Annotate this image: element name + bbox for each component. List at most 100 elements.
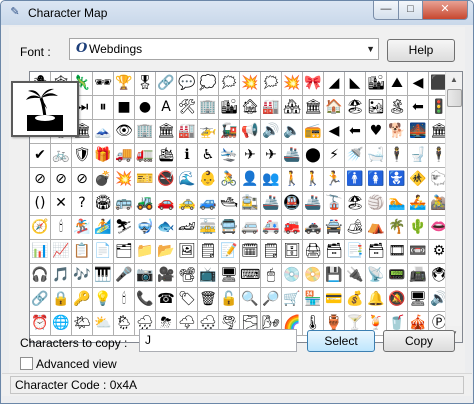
character-cell[interactable]: 🚭: [156, 168, 177, 192]
character-cell[interactable]: ⏸: [93, 96, 114, 120]
character-cell[interactable]: 🔎: [261, 288, 282, 312]
character-cell[interactable]: 💬: [177, 72, 198, 96]
character-cell[interactable]: 🔓: [219, 288, 240, 312]
character-cell[interactable]: ◀: [324, 120, 345, 144]
character-cell[interactable]: ℹ: [177, 144, 198, 168]
character-cell[interactable]: 🔈: [282, 120, 303, 144]
dropdown-arrow-icon[interactable]: ▼: [366, 44, 375, 54]
character-cell[interactable]: 🚑: [261, 216, 282, 240]
character-cell[interactable]: 🚒: [282, 216, 303, 240]
character-cell[interactable]: 📡: [366, 264, 387, 288]
character-cell[interactable]: 📻: [303, 120, 324, 144]
character-cell[interactable]: ✈: [240, 144, 261, 168]
character-cell[interactable]: 🏜: [366, 96, 387, 120]
font-dropdown[interactable]: O Webdings ▼: [69, 38, 379, 60]
character-cell[interactable]: 🚚: [114, 144, 135, 168]
character-cell[interactable]: 🌉: [408, 120, 429, 144]
character-cell[interactable]: 🚢: [303, 192, 324, 216]
character-cell[interactable]: 🎀: [303, 72, 324, 96]
character-cell[interactable]: 🗂: [114, 240, 135, 264]
character-cell[interactable]: 🕴: [387, 144, 408, 168]
vertical-scrollbar[interactable]: ▲ ▼: [445, 72, 462, 342]
character-cell[interactable]: 💾: [324, 264, 345, 288]
character-cell[interactable]: 📋: [72, 240, 93, 264]
character-cell[interactable]: (): [30, 192, 51, 216]
character-cell[interactable]: 🎖: [135, 72, 156, 96]
character-cell[interactable]: ?: [72, 192, 93, 216]
character-cell[interactable]: 🏙: [219, 96, 240, 120]
character-cell[interactable]: ♿: [198, 144, 219, 168]
character-cell[interactable]: 🏖: [345, 96, 366, 120]
character-cell[interactable]: ✈: [261, 144, 282, 168]
maximize-button[interactable]: □: [398, 1, 423, 20]
character-cell[interactable]: 🏃: [324, 168, 345, 192]
character-cell[interactable]: 🚌: [114, 192, 135, 216]
character-cell[interactable]: 💥: [114, 168, 135, 192]
character-cell[interactable]: ✕: [51, 192, 72, 216]
character-cell[interactable]: 🌵: [408, 216, 429, 240]
minimize-button[interactable]: —: [373, 1, 399, 20]
character-cell[interactable]: ⊘: [51, 168, 72, 192]
character-cell[interactable]: 🏭: [177, 120, 198, 144]
scroll-thumb[interactable]: [447, 89, 462, 107]
character-cell[interactable]: 🏙: [366, 72, 387, 96]
character-cell[interactable]: 🏝: [387, 96, 408, 120]
character-cell[interactable]: 🖥: [219, 264, 240, 288]
character-cell[interactable]: 🛥: [219, 192, 240, 216]
character-cell[interactable]: 🖥: [408, 288, 429, 312]
character-cell[interactable]: 🗓: [240, 240, 261, 264]
character-cell[interactable]: 🗃: [324, 240, 345, 264]
character-cell[interactable]: 💰: [345, 288, 366, 312]
character-cell[interactable]: 🏎: [177, 216, 198, 240]
character-cell[interactable]: ◣: [345, 72, 366, 96]
character-cell[interactable]: A: [156, 96, 177, 120]
character-cell[interactable]: ♥: [366, 120, 387, 144]
character-cell[interactable]: 🚺: [366, 168, 387, 192]
character-cell[interactable]: 🚐: [240, 216, 261, 240]
character-cell[interactable]: 💣: [93, 168, 114, 192]
character-cell[interactable]: 📁: [135, 240, 156, 264]
character-cell[interactable]: 🚢: [282, 144, 303, 168]
character-cell[interactable]: 🛬: [219, 144, 240, 168]
character-cell[interactable]: ◀: [408, 72, 429, 96]
character-cell[interactable]: 🤿: [135, 216, 156, 240]
character-cell[interactable]: 🏖: [345, 192, 366, 216]
character-cell[interactable]: 🚔: [324, 216, 345, 240]
character-cell[interactable]: 🚕: [177, 192, 198, 216]
character-cell[interactable]: 🚛: [135, 144, 156, 168]
character-cell[interactable]: 🏛: [303, 96, 324, 120]
character-cell[interactable]: 🚶: [303, 168, 324, 192]
copy-button[interactable]: Copy: [383, 330, 455, 352]
character-cell[interactable]: 🚡: [324, 192, 345, 216]
advanced-view-label[interactable]: Advanced view: [36, 357, 117, 371]
character-cell[interactable]: 🚲: [51, 144, 72, 168]
character-cell[interactable]: 🗃: [366, 240, 387, 264]
character-cell[interactable]: 🗯: [261, 72, 282, 96]
character-cell[interactable]: 🚙: [198, 192, 219, 216]
character-cell[interactable]: 🏚: [240, 96, 261, 120]
character-cell[interactable]: ⛰: [387, 72, 408, 96]
character-cell[interactable]: ◢: [324, 72, 345, 96]
character-cell[interactable]: 🔕: [387, 288, 408, 312]
character-cell[interactable]: 🕯: [51, 216, 72, 240]
character-cell[interactable]: 🌐: [51, 312, 72, 336]
character-cell[interactable]: 🎶: [72, 264, 93, 288]
character-cell[interactable]: 🔊: [261, 120, 282, 144]
character-cell[interactable]: 🏄: [93, 216, 114, 240]
character-cell[interactable]: 🛒: [282, 288, 303, 312]
character-grid-cells[interactable]: 🕷🕸🦎🕶🏆🎖🔗💬💭🗯💥🗯💥🎀◢◣🏙⛰◀⬛▶⏮⏭⏸■●A🛠🏢🏙🏚🏭🏘🏛🏠🏖🏜🏝⬅🚦…: [30, 72, 450, 342]
character-cell[interactable]: ■: [114, 96, 135, 120]
character-cell[interactable]: 🛳: [156, 144, 177, 168]
character-cell[interactable]: 📞: [135, 288, 156, 312]
character-cell[interactable]: 🛁: [366, 144, 387, 168]
character-cell[interactable]: 🚴: [219, 168, 240, 192]
character-cell[interactable]: 🖱: [261, 264, 282, 288]
character-cell[interactable]: 📊: [30, 240, 51, 264]
character-cell[interactable]: ⚡: [324, 144, 345, 168]
character-cell[interactable]: 🌊: [177, 168, 198, 192]
character-cell[interactable]: 🚓: [303, 216, 324, 240]
character-cell[interactable]: 🚿: [345, 144, 366, 168]
character-cell[interactable]: 👥: [261, 168, 282, 192]
character-cell[interactable]: 🔌: [345, 264, 366, 288]
character-cell[interactable]: 🚹: [345, 168, 366, 192]
